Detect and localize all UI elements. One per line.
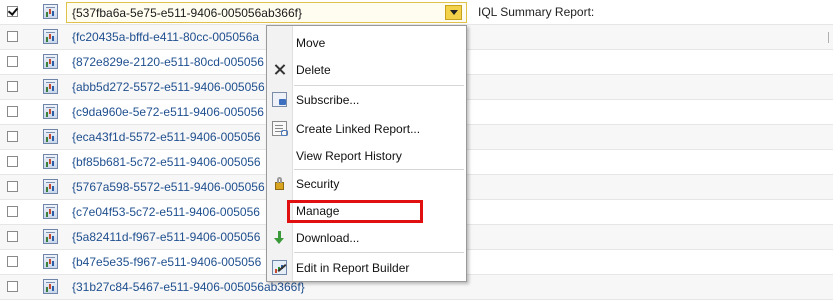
report-name[interactable]: {537fba6a-5e75-e511-9406-005056ab366f} xyxy=(72,6,302,20)
report-icon xyxy=(43,254,58,269)
context-menu: Move Delete Subscribe... Create Linked R… xyxy=(266,25,467,282)
lock-icon xyxy=(272,176,287,191)
menu-item-label: Move xyxy=(296,36,326,50)
dropdown-arrow-button[interactable] xyxy=(445,5,462,20)
menu-item-label: Create Linked Report... xyxy=(296,122,421,136)
menu-item-edit-in-report-builder[interactable]: Edit in Report Builder xyxy=(267,255,466,281)
subscribe-icon xyxy=(272,92,287,107)
report-icon xyxy=(43,154,58,169)
menu-separator xyxy=(294,169,464,170)
menu-item-move[interactable]: Move xyxy=(267,30,466,56)
menu-item-view-report-history[interactable]: View Report History xyxy=(267,143,466,169)
report-icon xyxy=(43,279,58,294)
report-icon xyxy=(43,129,58,144)
menu-item-label: View Report History xyxy=(296,149,402,163)
row-checkbox[interactable] xyxy=(7,56,18,67)
report-name-link[interactable]: {b47e5e35-f967-e511-9406-005056 xyxy=(72,255,261,269)
menu-item-create-linked-report[interactable]: Create Linked Report... xyxy=(267,116,466,142)
menu-item-download[interactable]: Download... xyxy=(267,225,466,251)
report-description: IQL Summary Report: xyxy=(478,5,595,19)
menu-separator xyxy=(294,252,464,253)
row-checkbox[interactable] xyxy=(7,106,18,117)
report-name-link[interactable]: {abb5d272-5572-e511-9406-005056 xyxy=(72,80,265,94)
report-name-link[interactable]: {5a82411d-f967-e511-9406-005056 xyxy=(72,230,260,244)
row-checkbox[interactable] xyxy=(7,256,18,267)
report-name-link[interactable]: {bf85b681-5c72-e511-9406-005056 xyxy=(72,155,261,169)
manage-highlight-box xyxy=(287,200,423,223)
menu-item-label: Download... xyxy=(296,231,360,245)
download-arrow-icon xyxy=(272,230,287,245)
report-name-link[interactable]: {872e829e-2120-e511-80cd-005056 xyxy=(72,55,264,69)
menu-separator xyxy=(294,85,464,86)
report-icon xyxy=(43,229,58,244)
linked-report-icon xyxy=(272,121,288,136)
menu-item-delete[interactable]: Delete xyxy=(267,57,466,83)
report-name-link[interactable]: {c9da960e-5e72-e511-9406-005056 xyxy=(72,105,264,119)
report-icon xyxy=(43,179,58,194)
menu-item-label: Subscribe... xyxy=(296,93,360,107)
report-builder-icon xyxy=(272,260,287,275)
row-checkbox[interactable] xyxy=(7,181,18,192)
row-checkbox[interactable] xyxy=(7,31,18,42)
row-checkbox[interactable] xyxy=(7,231,18,242)
report-row-selected[interactable]: {537fba6a-5e75-e511-9406-005056ab366f} I… xyxy=(0,0,833,25)
report-icon xyxy=(43,104,58,119)
row-edge-divider xyxy=(828,32,829,43)
menu-item-label: Edit in Report Builder xyxy=(296,261,410,275)
report-icon xyxy=(43,79,58,94)
row-checkbox[interactable] xyxy=(7,81,18,92)
report-icon xyxy=(43,54,58,69)
menu-item-label: Security xyxy=(296,177,340,191)
menu-item-subscribe[interactable]: Subscribe... xyxy=(267,87,466,113)
report-icon xyxy=(43,4,58,19)
row-checkbox[interactable] xyxy=(7,206,18,217)
menu-item-security[interactable]: Security xyxy=(267,171,466,197)
delete-x-icon xyxy=(272,62,287,77)
report-icon xyxy=(43,29,58,44)
report-name-link[interactable]: {eca43f1d-5572-e511-9406-005056 xyxy=(72,130,261,144)
row-checkbox[interactable] xyxy=(7,156,18,167)
row-checkbox[interactable] xyxy=(7,281,18,292)
report-name-link[interactable]: {fc20435a-bffd-e411-80cc-005056a xyxy=(72,30,259,44)
row-checkbox[interactable] xyxy=(7,6,18,17)
report-icon xyxy=(43,204,58,219)
report-name-link[interactable]: {5767a598-5572-e511-9406-005056 xyxy=(72,180,265,194)
menu-item-label: Delete xyxy=(296,63,331,77)
report-name-dropdown[interactable]: {537fba6a-5e75-e511-9406-005056ab366f} xyxy=(66,2,467,23)
report-name-link[interactable]: {c7e04f53-5c72-e511-9406-005056 xyxy=(72,205,260,219)
report-name-link[interactable]: {31b27c84-5467-e511-9406-005056ab366f} xyxy=(72,280,305,294)
row-checkbox[interactable] xyxy=(7,131,18,142)
